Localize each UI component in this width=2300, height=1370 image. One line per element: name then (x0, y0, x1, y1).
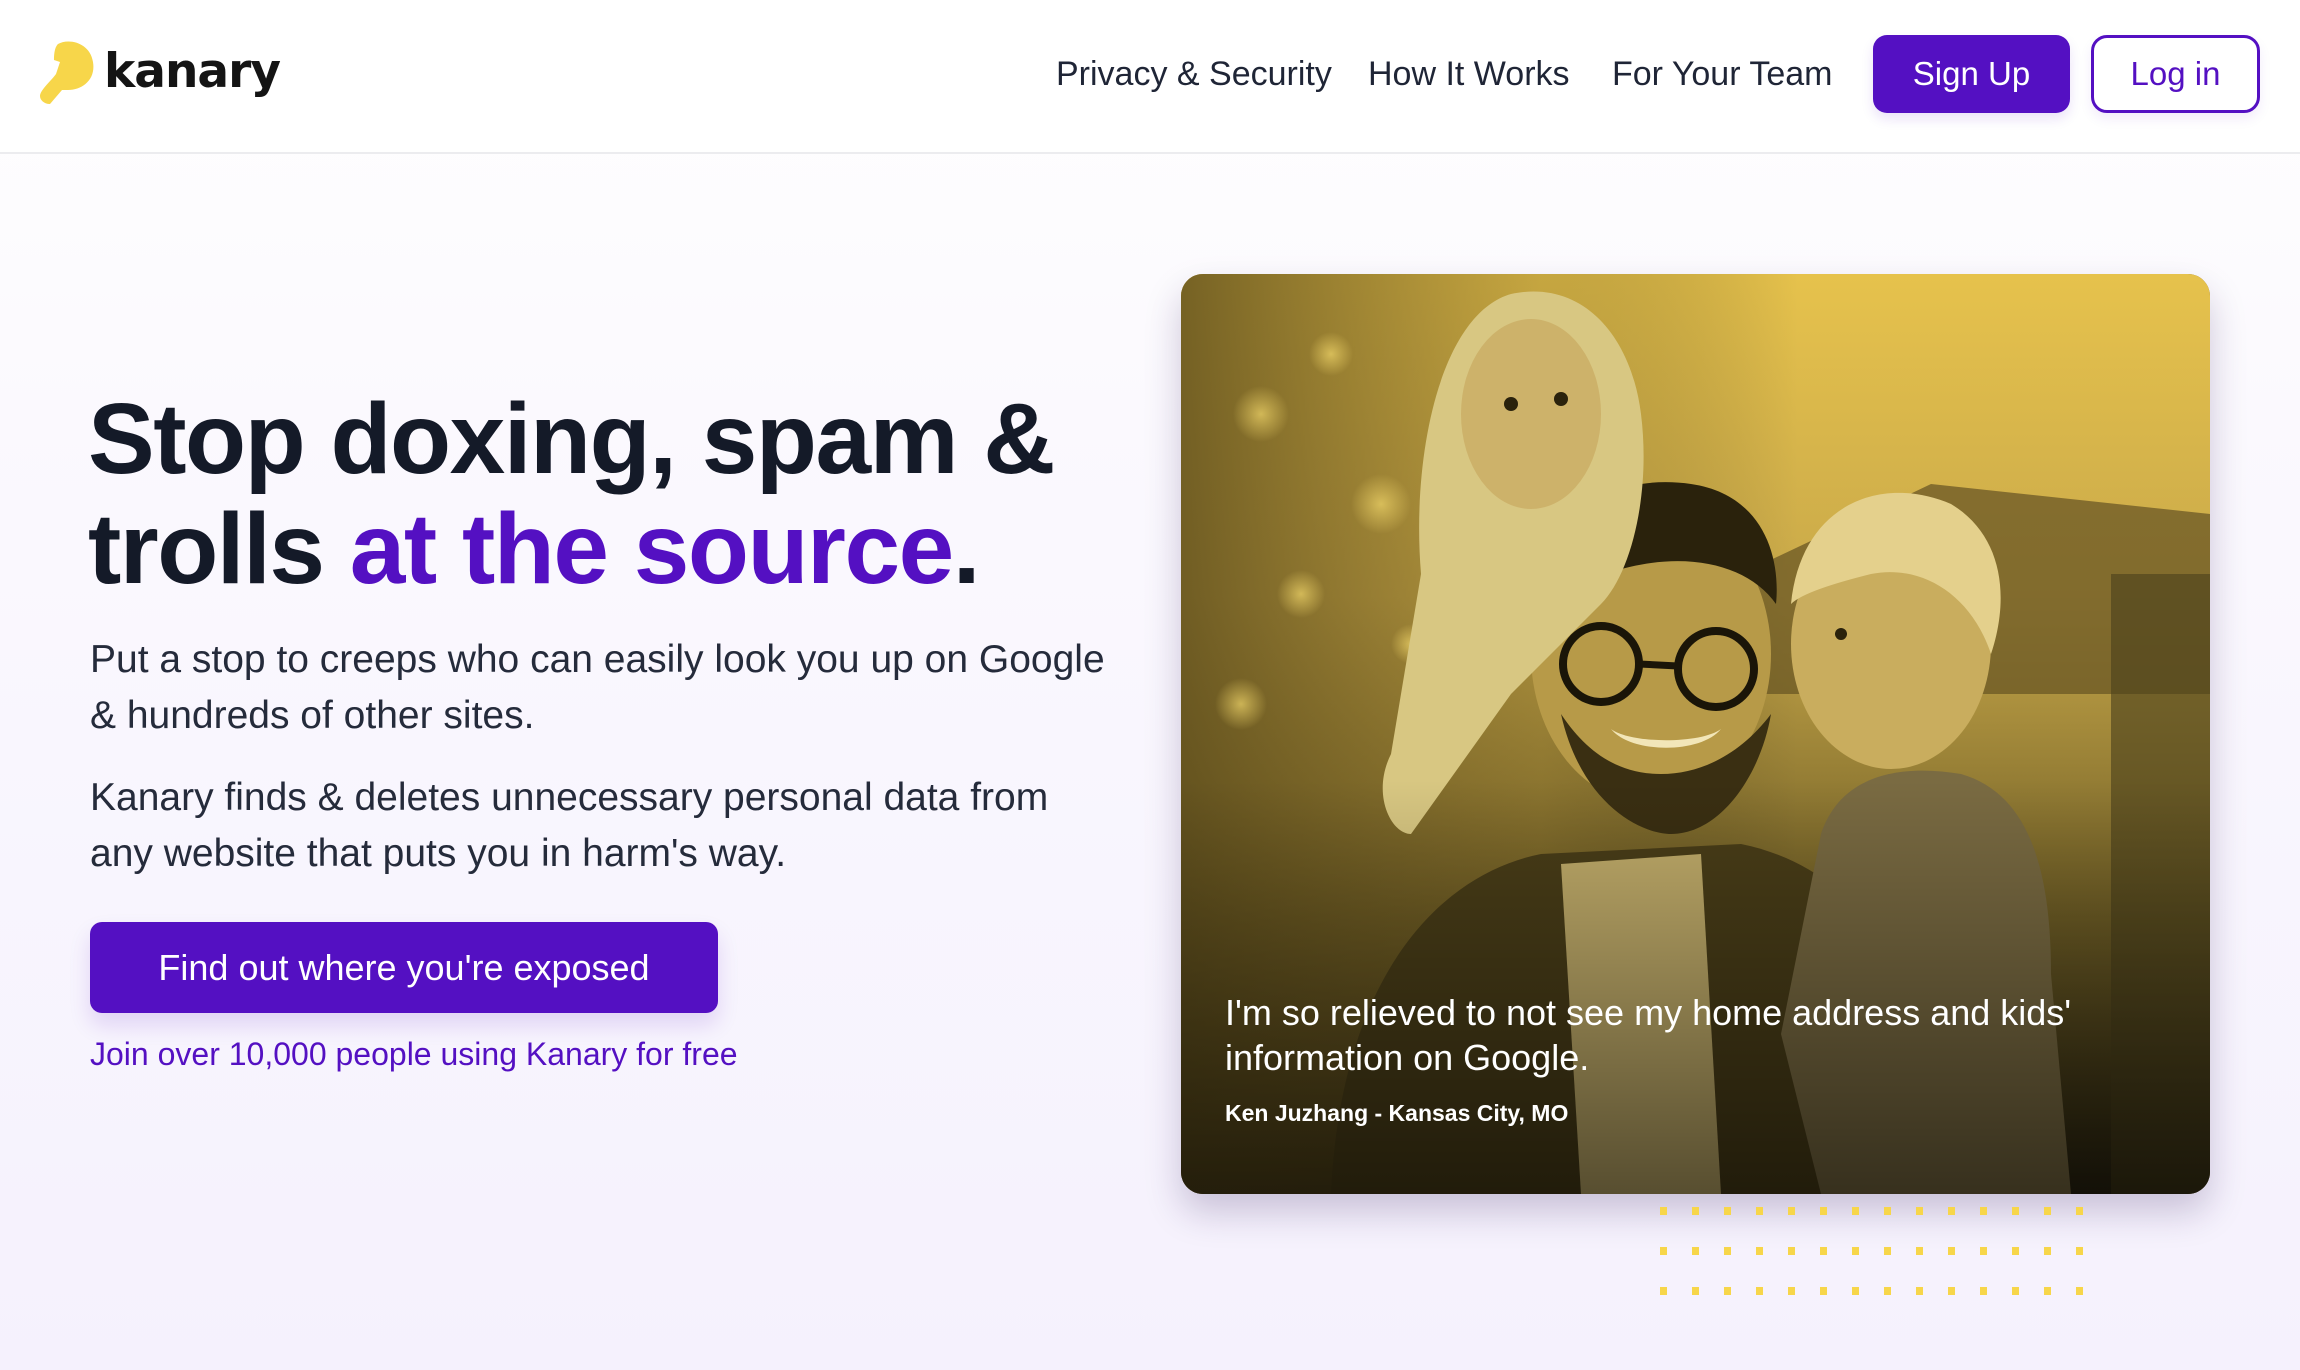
grid-dot (1660, 1207, 1667, 1215)
grid-dot (1884, 1247, 1891, 1255)
logo-link[interactable]: kanary (38, 38, 281, 108)
grid-dot (1692, 1207, 1699, 1215)
grid-dot (1884, 1287, 1891, 1295)
grid-dot (1820, 1247, 1827, 1255)
grid-dot (2076, 1247, 2083, 1255)
grid-dot (1820, 1287, 1827, 1295)
grid-dot (1756, 1247, 1763, 1255)
grid-dot (1916, 1247, 1923, 1255)
headline-period: . (952, 493, 981, 605)
grid-dot (2076, 1287, 2083, 1295)
grid-dot (1852, 1287, 1859, 1295)
hero-paragraph-1: Put a stop to creeps who can easily look… (90, 638, 1105, 737)
grid-dot (1980, 1247, 1987, 1255)
grid-dot (1788, 1287, 1795, 1295)
grid-dot (1884, 1207, 1891, 1215)
grid-dot (2012, 1247, 2019, 1255)
sign-up-button[interactable]: Sign Up (1873, 35, 2070, 113)
grid-dot (2012, 1207, 2019, 1215)
grid-dot (1692, 1287, 1699, 1295)
grid-dot (1660, 1287, 1667, 1295)
hero-headline: Stop doxing, spam & trolls at the source… (88, 384, 1148, 604)
grid-dot (1948, 1247, 1955, 1255)
site-header: kanary Privacy & Security How It Works F… (0, 0, 2300, 154)
grid-dot (1852, 1247, 1859, 1255)
find-exposure-cta-button[interactable]: Find out where you're exposed (90, 922, 718, 1013)
grid-dot (1916, 1207, 1923, 1215)
nav-link-for-your-team[interactable]: For Your Team (1612, 49, 1833, 99)
testimonial-quote: I'm so relieved to not see my home addre… (1225, 992, 2072, 1078)
grid-dot (2012, 1287, 2019, 1295)
testimonial-card: I'm so relieved to not see my home addre… (1181, 274, 2210, 1194)
grid-dot (1852, 1207, 1859, 1215)
canary-bird-icon (40, 41, 94, 104)
grid-dot (1724, 1207, 1731, 1215)
nav-link-how-it-works[interactable]: How It Works (1368, 49, 1570, 99)
grid-dot (1724, 1247, 1731, 1255)
grid-dot (1980, 1207, 1987, 1215)
grid-dot (2076, 1207, 2083, 1215)
grid-dot (1788, 1247, 1795, 1255)
headline-accent: at the source (349, 493, 954, 605)
nav-link-privacy-security[interactable]: Privacy & Security (1056, 49, 1332, 99)
grid-dot (1948, 1207, 1955, 1215)
testimonial-author: Ken Juzhang - Kansas City, MO (1225, 1100, 1569, 1126)
grid-dot (1948, 1287, 1955, 1295)
grid-dot (1756, 1287, 1763, 1295)
grid-dot (1724, 1287, 1731, 1295)
grid-dot (2044, 1287, 2051, 1295)
social-proof-text: Join over 10,000 people using Kanary for… (90, 1036, 738, 1072)
grid-dot (1820, 1207, 1827, 1215)
grid-dot (2044, 1207, 2051, 1215)
decorative-dot-grid (1660, 1207, 2083, 1295)
logo-wordmark: kanary (104, 43, 281, 99)
hero-paragraph-2: Kanary finds & deletes unnecessary perso… (90, 776, 1049, 875)
grid-dot (1660, 1247, 1667, 1255)
grid-dot (2044, 1247, 2051, 1255)
log-in-button[interactable]: Log in (2091, 35, 2260, 113)
grid-dot (1980, 1287, 1987, 1295)
grid-dot (1692, 1247, 1699, 1255)
grid-dot (1916, 1287, 1923, 1295)
grid-dot (1756, 1207, 1763, 1215)
grid-dot (1788, 1207, 1795, 1215)
